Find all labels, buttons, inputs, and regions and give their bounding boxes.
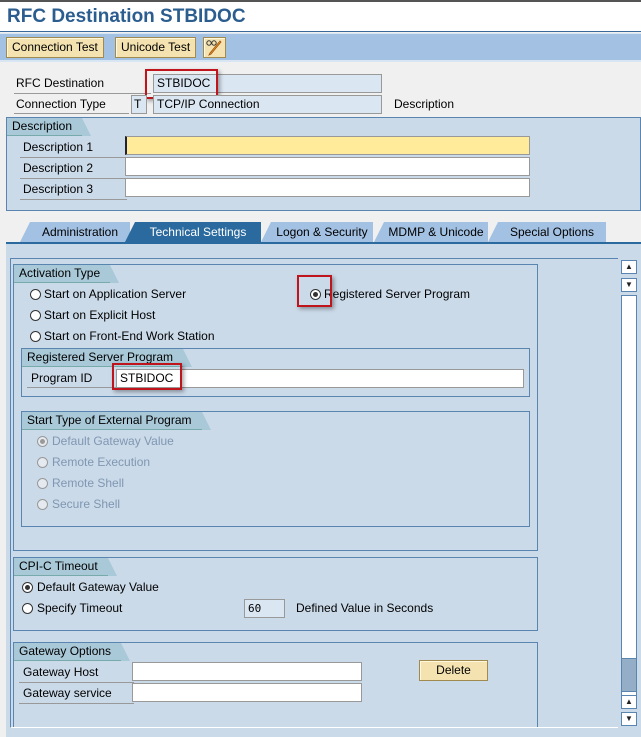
page-title: RFC Destination STBIDOC	[7, 6, 246, 27]
start-app-server-label: Start on Application Server	[44, 287, 187, 301]
connection-type-field: TCP/IP Connection	[153, 95, 382, 114]
gateway-host-label: Gateway Host	[23, 665, 99, 679]
program-id-label: Program ID	[31, 371, 93, 385]
radio-cpic-default-gateway[interactable]	[22, 582, 33, 593]
tab-logon-security[interactable]: Logon & Security	[261, 222, 373, 242]
radio-specify-timeout[interactable]	[22, 603, 33, 614]
scroll-down-button[interactable]: ▼	[621, 278, 637, 292]
connection-type-description: Description	[394, 97, 455, 111]
explicit-host-label: Start on Explicit Host	[44, 308, 156, 322]
activation-type-title: Activation Type	[14, 265, 120, 283]
registered-server-program-label: Registered Server Program	[324, 287, 471, 301]
description-3-input[interactable]	[125, 178, 530, 197]
scroll-up-button[interactable]: ▲	[621, 260, 637, 274]
remote-shell-label: Remote Shell	[52, 476, 125, 490]
connection-type-code[interactable]: T	[131, 95, 147, 114]
description-1-label: Description 1	[23, 140, 94, 154]
start-type-title: Start Type of External Program	[22, 412, 211, 430]
unicode-test-button[interactable]: Unicode Test	[115, 37, 197, 58]
description-2-label: Description 2	[23, 161, 94, 175]
radio-explicit-host[interactable]	[30, 310, 41, 321]
gateway-options-title: Gateway Options	[14, 643, 131, 661]
gateway-options-group: Gateway Options Gateway Host Gateway ser…	[13, 642, 538, 727]
gateway-host-input[interactable]	[132, 662, 362, 681]
cpic-timeout-title: CPI-C Timeout	[14, 558, 117, 576]
connection-type-label: Connection Type	[16, 97, 106, 111]
description-1-input[interactable]	[125, 136, 530, 155]
toolbar: Connection Test Unicode Test	[0, 33, 641, 62]
rfc-destination-label: RFC Destination	[16, 76, 105, 90]
description-2-input[interactable]	[125, 157, 530, 176]
radio-remote-shell	[37, 478, 48, 489]
gateway-service-label: Gateway service	[23, 686, 112, 700]
description-3-label: Description 3	[23, 182, 94, 196]
connection-test-button[interactable]: Connection Test	[6, 37, 104, 58]
remote-execution-label: Remote Execution	[52, 455, 151, 469]
pencil-glasses-icon	[206, 40, 222, 56]
tab-mdmp-unicode[interactable]: MDMP & Unicode	[374, 222, 488, 242]
gateway-service-input[interactable]	[132, 683, 362, 702]
activation-type-group: Activation Type Start on Application Ser…	[13, 264, 538, 551]
default-gateway-disabled-label: Default Gateway Value	[52, 434, 174, 448]
scroll-page-up-button[interactable]: ▲	[621, 695, 637, 709]
tab-technical-settings[interactable]: Technical Settings	[125, 222, 261, 242]
timeout-unit-label: Defined Value in Seconds	[296, 601, 434, 615]
timeout-input[interactable]: 60	[244, 599, 285, 618]
tab-special-options[interactable]: Special Options	[488, 222, 606, 242]
secure-shell-label: Secure Shell	[52, 497, 121, 511]
cpic-timeout-group: CPI-C Timeout Default Gateway Value Spec…	[13, 557, 538, 631]
front-end-label: Start on Front-End Work Station	[44, 329, 215, 343]
specify-timeout-label: Specify Timeout	[37, 601, 123, 615]
start-type-group: Start Type of External Program Default G…	[21, 411, 530, 527]
description-group-title: Description	[7, 118, 92, 136]
scrollbar-thumb[interactable]	[621, 658, 637, 692]
tab-administration[interactable]: Administration	[20, 222, 130, 242]
title-bar: RFC Destination STBIDOC	[0, 0, 641, 32]
radio-front-end[interactable]	[30, 331, 41, 342]
radio-secure-shell	[37, 499, 48, 510]
radio-start-app-server[interactable]	[30, 289, 41, 300]
highlight-box	[297, 275, 332, 307]
registered-server-group: Registered Server Program Program ID STB…	[21, 348, 530, 397]
highlight-box	[112, 363, 182, 390]
scrollbar-track[interactable]	[621, 295, 637, 698]
radio-remote-execution	[37, 457, 48, 468]
scroll-page-down-button[interactable]: ▼	[621, 712, 637, 726]
cpic-default-gateway-label: Default Gateway Value	[37, 580, 159, 594]
description-group: Description Description 1 Description 2 …	[6, 117, 641, 211]
delete-button[interactable]: Delete	[419, 660, 488, 681]
radio-default-gateway-disabled	[37, 436, 48, 447]
edit-button[interactable]	[203, 37, 226, 58]
